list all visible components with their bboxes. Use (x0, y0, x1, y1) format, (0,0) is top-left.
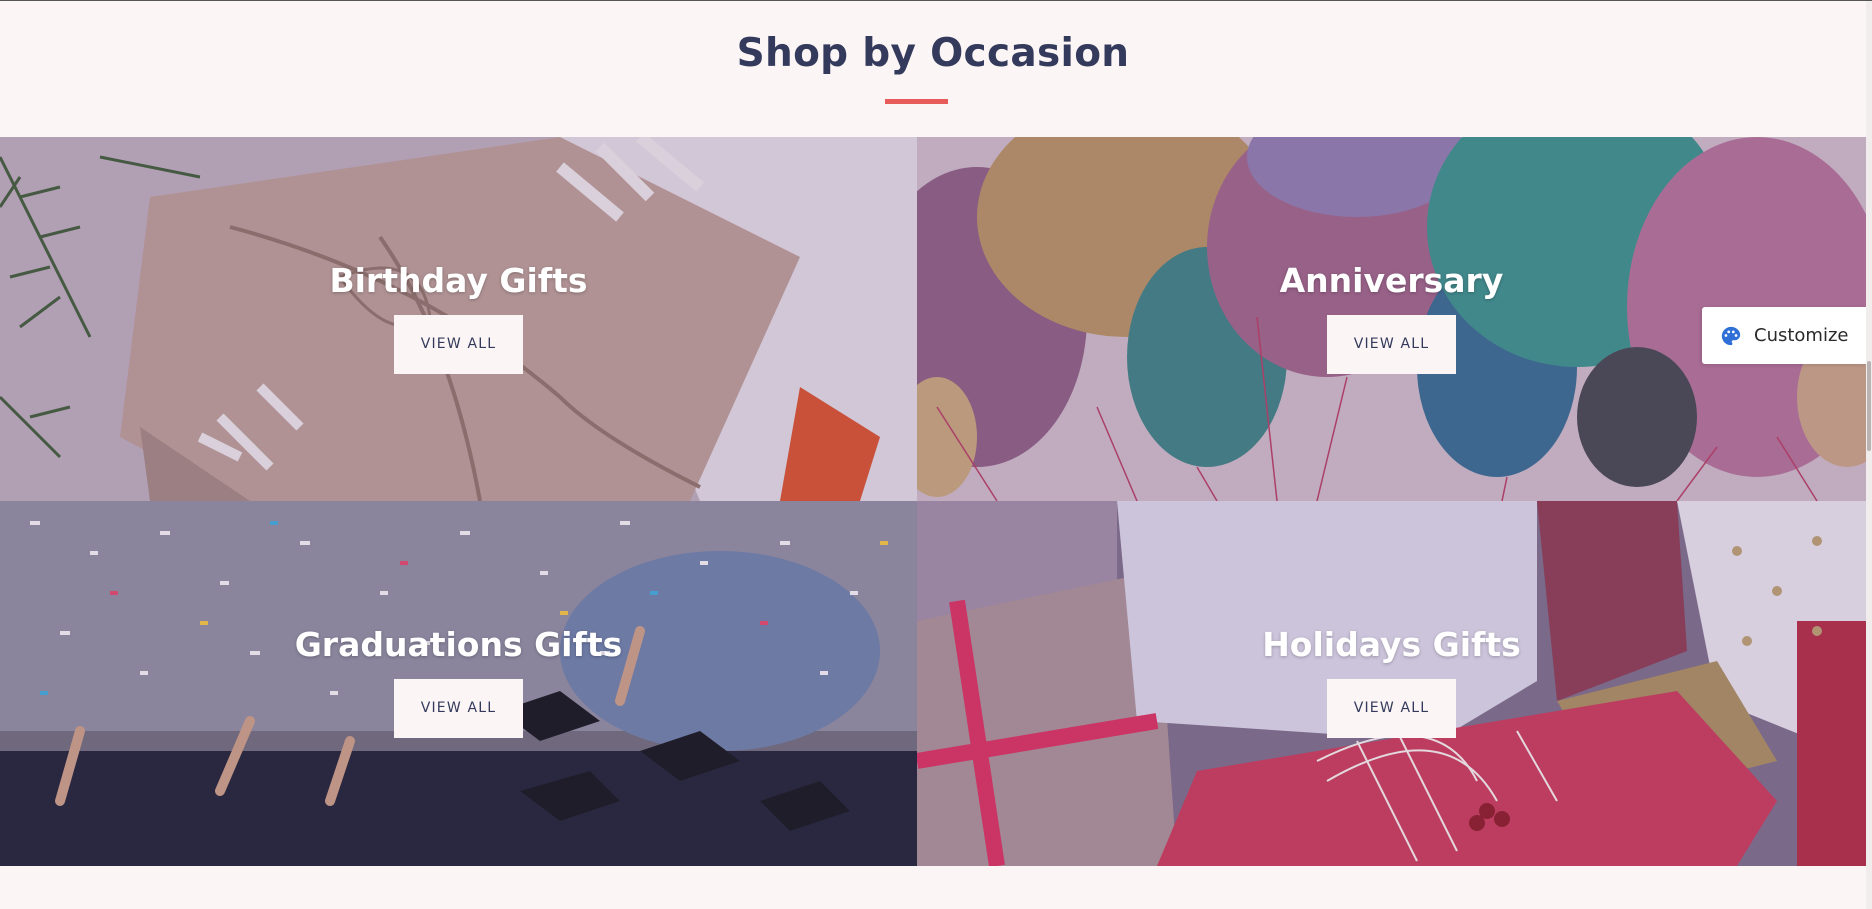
palette-icon (1720, 325, 1742, 347)
tile-content: Graduations Gifts VIEW ALL (0, 625, 917, 738)
title-underline (885, 99, 948, 104)
tile-title: Holidays Gifts (1262, 625, 1521, 664)
view-all-button[interactable]: VIEW ALL (1327, 679, 1456, 738)
section-title: Shop by Occasion (736, 31, 1130, 76)
tile-content: Holidays Gifts VIEW ALL (917, 625, 1866, 738)
occasion-tile-graduation[interactable]: Graduations Gifts VIEW ALL (0, 501, 917, 866)
customize-label: Customize (1754, 325, 1849, 346)
view-all-button[interactable]: VIEW ALL (1327, 315, 1456, 374)
tile-title: Graduations Gifts (294, 625, 623, 664)
tile-content: Birthday Gifts VIEW ALL (0, 261, 917, 374)
customize-button[interactable]: Customize (1702, 307, 1866, 364)
view-all-button[interactable]: VIEW ALL (394, 679, 523, 738)
scrollbar-track[interactable] (1866, 1, 1872, 909)
occasion-tile-birthday[interactable]: Birthday Gifts VIEW ALL (0, 137, 917, 501)
scrollbar-thumb[interactable] (1867, 361, 1871, 451)
view-all-button[interactable]: VIEW ALL (394, 315, 523, 374)
tile-title: Birthday Gifts (329, 261, 588, 300)
occasion-grid: Birthday Gifts VIEW ALL Anniversary VIEW… (0, 137, 1866, 866)
occasion-tile-holidays[interactable]: Holidays Gifts VIEW ALL (917, 501, 1866, 866)
tile-title: Anniversary (1279, 261, 1504, 300)
